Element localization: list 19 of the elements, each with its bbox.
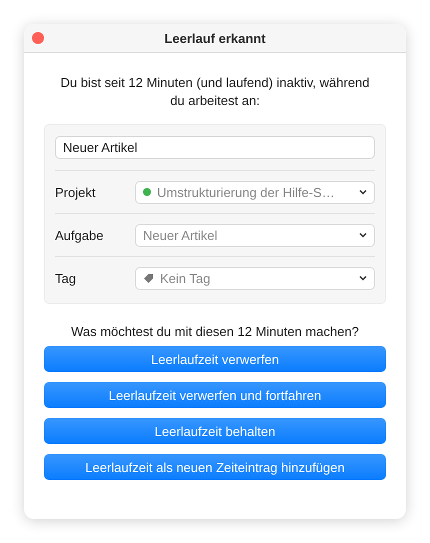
chevron-down-icon: [359, 275, 367, 281]
field-label: Projekt: [55, 184, 96, 200]
dropdown-field[interactable]: Umstrukturierung der Hilfe-S…: [135, 180, 375, 204]
chevron-down-icon: [359, 189, 367, 195]
dropdown-field[interactable]: Kein Tag: [135, 266, 375, 290]
idle-message: Du bist seit 12 Minuten (und laufend) inaktiv, während du arbeitest an:: [59, 74, 371, 110]
tag-icon: [143, 272, 154, 284]
window-title: Leerlauf erkannt: [164, 30, 266, 46]
field-label: Aufgabe: [55, 228, 104, 242]
chevron-down-icon: [359, 232, 367, 238]
action-button[interactable]: Leerlaufzeit als neuen Zeiteintrag hinzufügen: [44, 454, 386, 480]
dropdown-field[interactable]: Neuer Artikel: [135, 224, 375, 246]
close-button[interactable]: [32, 32, 44, 44]
action-button[interactable]: Leerlaufzeit behalten: [44, 418, 386, 444]
description-field[interactable]: Neuer Artikel: [55, 136, 375, 159]
action-button[interactable]: Leerlaufzeit verwerfen: [44, 346, 386, 372]
field-label: Tag: [55, 270, 77, 286]
action-button[interactable]: Leerlaufzeit verwerfen und fortfahren: [44, 382, 386, 408]
question-text: Was möchtest du mit diesen 12 Minuten machen?: [70, 324, 360, 339]
